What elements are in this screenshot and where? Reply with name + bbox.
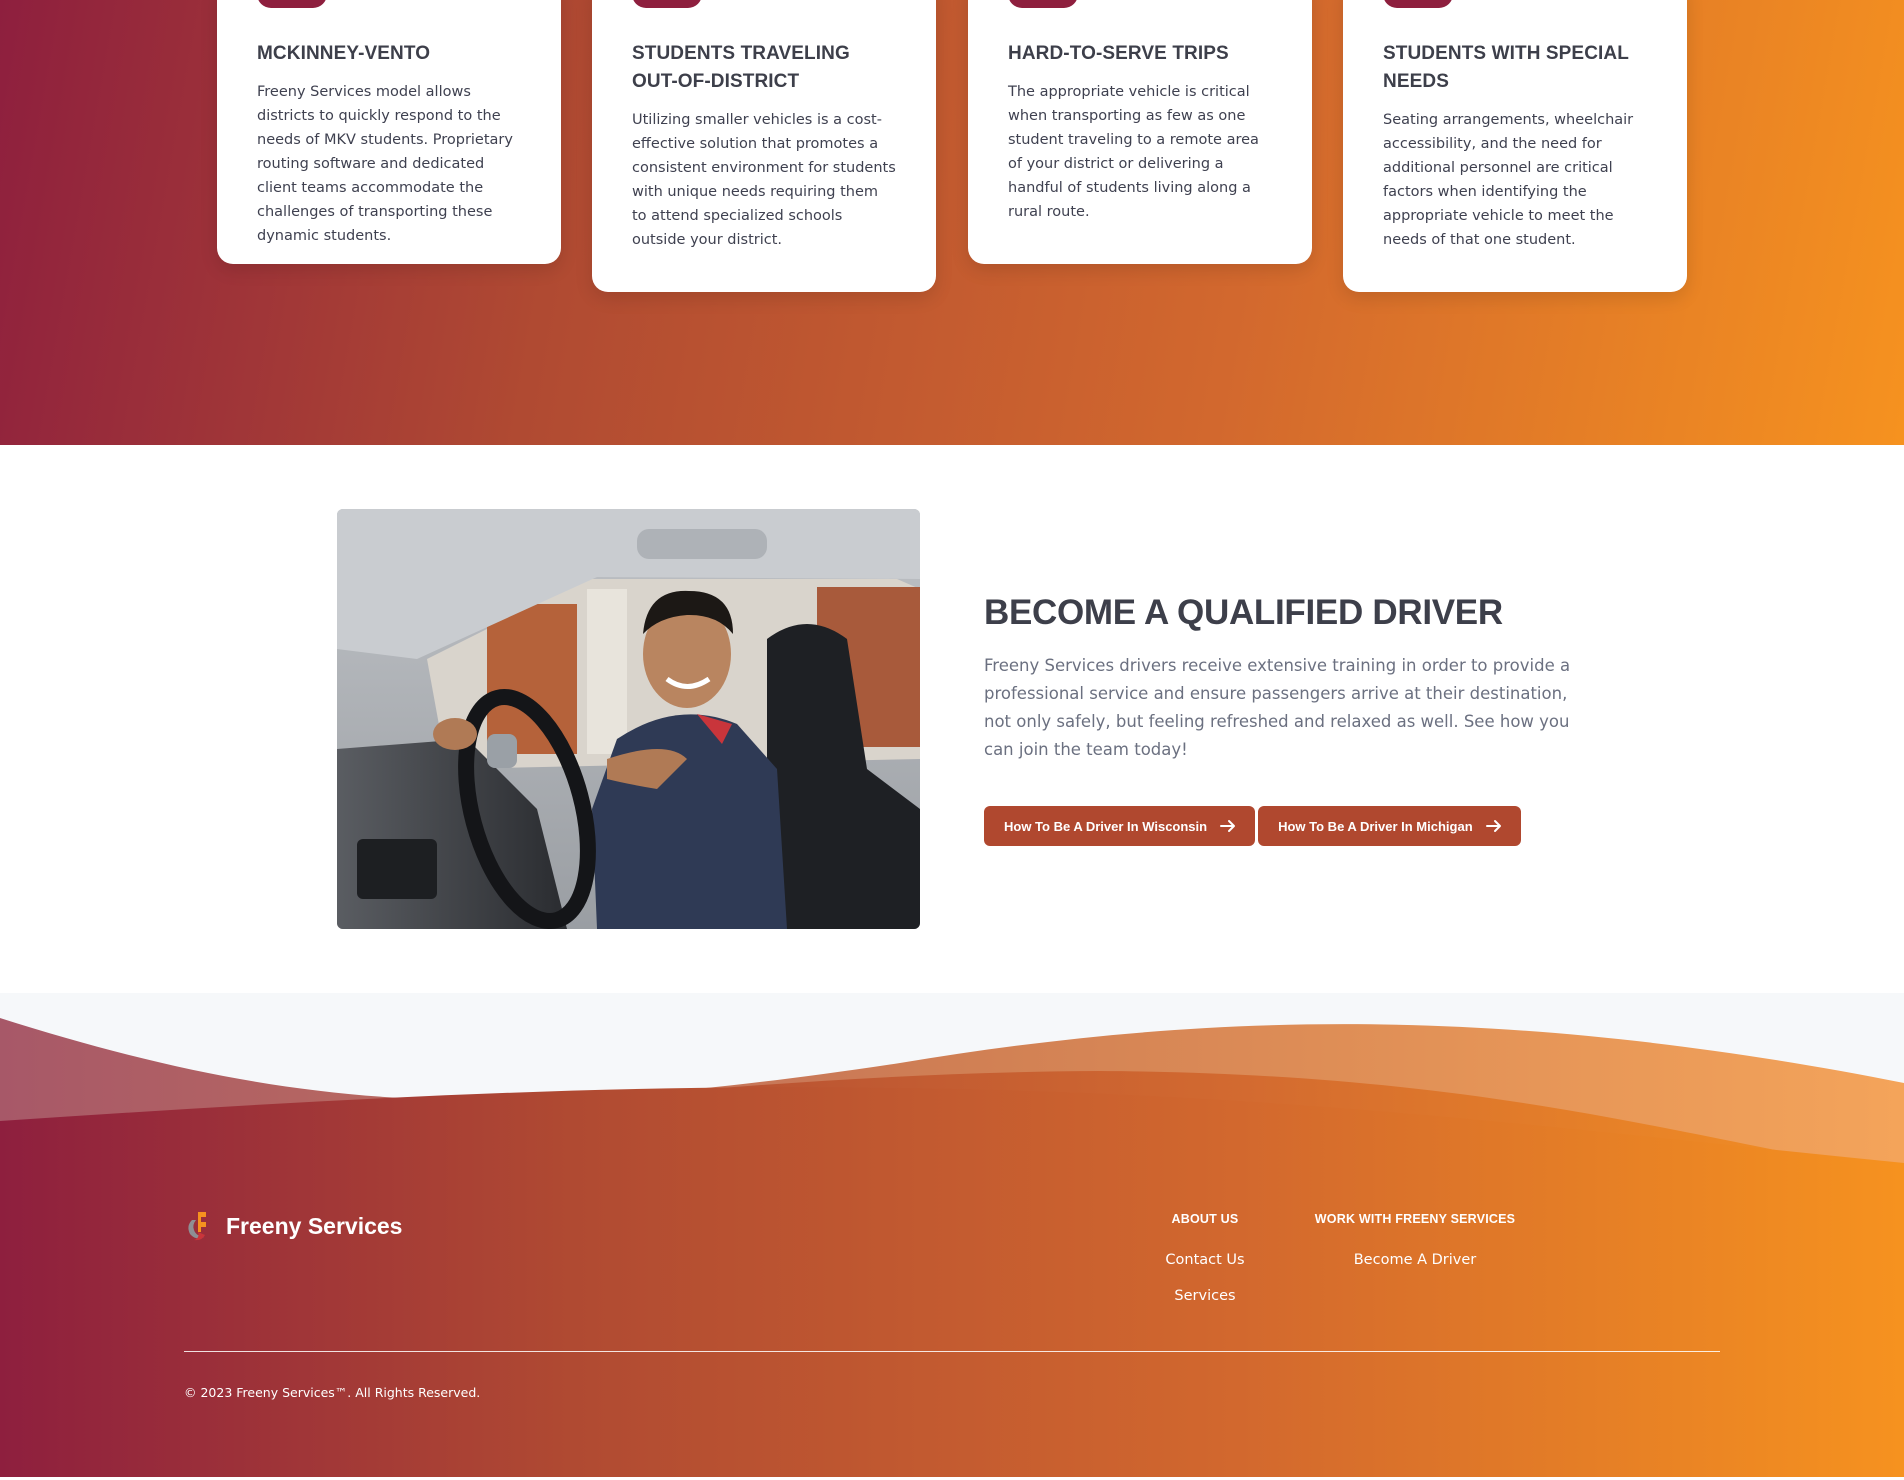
freeny-logo-icon [188,1212,206,1241]
button-label: How To Be A Driver In Wisconsin [1004,818,1208,834]
footer-column-heading: WORK WITH FREENY SERVICES [1314,1212,1516,1226]
footer-column-work: WORK WITH FREENY SERVICES Become A Drive… [1304,1212,1526,1268]
services-band: MCKINNEY-VENTO Freeny Services model all… [0,0,1904,445]
footer-divider [184,1351,1720,1352]
driver-description: Freeny Services drivers receive extensiv… [984,656,1571,759]
copyright-text: © 2023 Freeny Services™. All Rights Rese… [184,1385,481,1400]
footer-brand[interactable]: Freeny Services [184,1210,402,1242]
driver-michigan-button[interactable]: How To Be A Driver In Michigan [1258,806,1521,846]
service-card-hard-to-serve: HARD-TO-SERVE TRIPS The appropriate vehi… [968,0,1312,264]
driver-wisconsin-button[interactable]: How To Be A Driver In Wisconsin [984,806,1256,846]
driver-title: BECOME A QUALIFIED DRIVER [984,593,1503,632]
arrow-right-icon [1485,820,1501,832]
card-tab-accent [632,0,702,8]
service-card-mckinney-vento: MCKINNEY-VENTO Freeny Services model all… [217,0,561,264]
driver-photo [337,509,920,929]
card-tab-accent [1383,0,1453,8]
card-tab-accent [1008,0,1078,8]
brand-name: Freeny Services [226,1212,403,1239]
driver-buttons: How To Be A Driver In Wisconsin How To B… [984,806,1521,846]
footer-link-services[interactable]: Services [1150,1288,1260,1304]
service-card-out-of-district: STUDENTS TRAVELING OUT-OF-DISTRICT Utili… [592,0,936,292]
card-body: Freeny Services model allows districts t… [257,84,513,244]
card-title: STUDENTS WITH SPECIAL NEEDS [1383,43,1629,92]
card-body: Seating arrangements, wheelchair accessi… [1383,112,1634,248]
footer-link-contact-us[interactable]: Contact Us [1150,1252,1260,1268]
card-title: HARD-TO-SERVE TRIPS [1008,43,1229,64]
card-tab-accent [257,0,327,8]
arrow-right-icon [1220,820,1236,832]
service-card-special-needs: STUDENTS WITH SPECIAL NEEDS Seating arra… [1343,0,1687,292]
footer-link-become-a-driver[interactable]: Become A Driver [1304,1252,1526,1268]
driver-cta: BECOME A QUALIFIED DRIVER Freeny Service… [984,590,1584,764]
footer-column-heading: ABOUT US [1171,1212,1239,1226]
button-label: How To Be A Driver In Michigan [1278,818,1473,834]
card-body: The appropriate vehicle is critical when… [1008,84,1259,220]
card-title: STUDENTS TRAVELING OUT-OF-DISTRICT [632,43,850,92]
footer-column-about: ABOUT US Contact Us Services [1150,1212,1260,1304]
driver-in-car-image [337,509,920,929]
card-body: Utilizing smaller vehicles is a cost-eff… [632,112,896,248]
card-title: MCKINNEY-VENTO [257,43,431,64]
